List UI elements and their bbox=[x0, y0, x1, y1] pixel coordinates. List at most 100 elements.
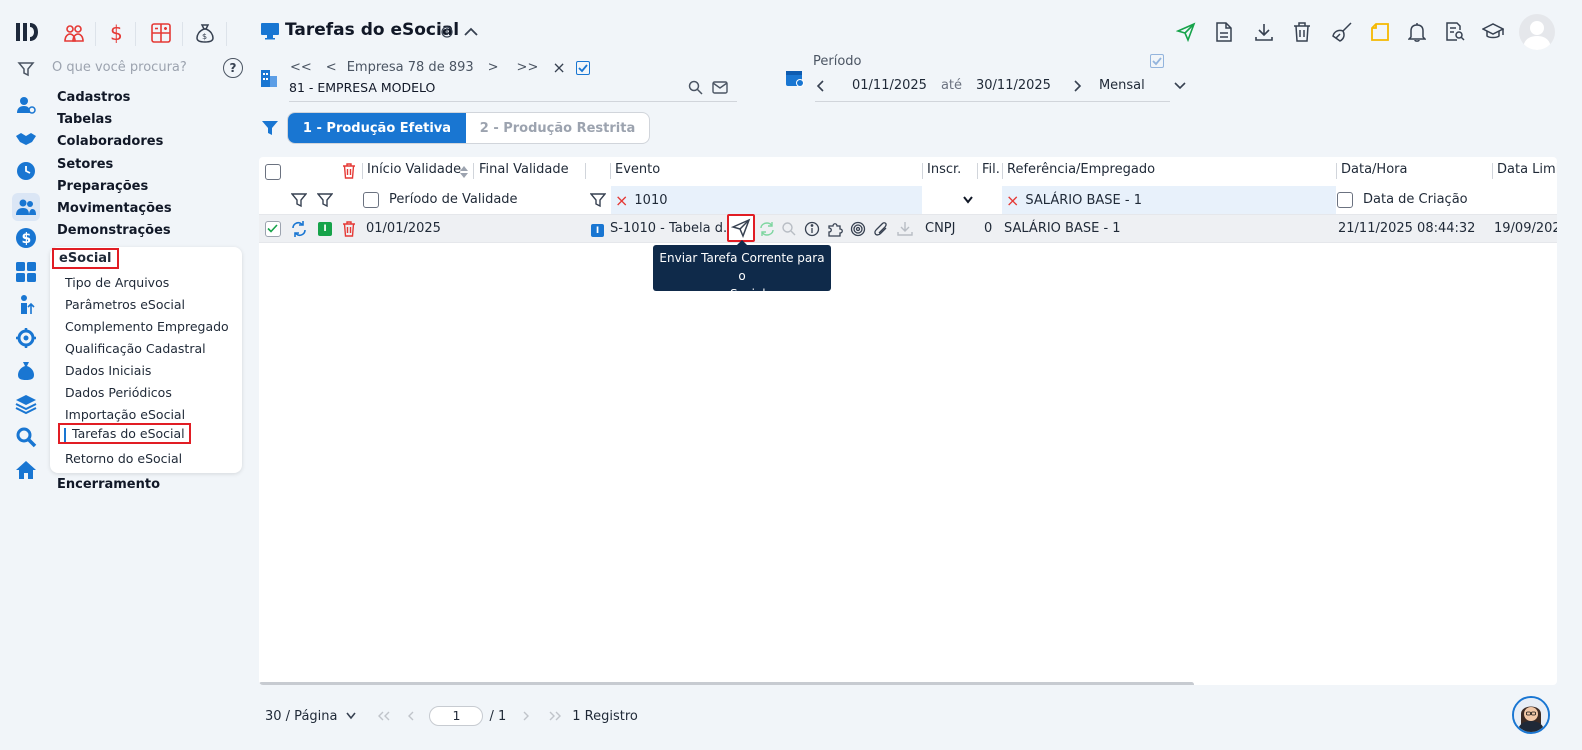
calculator-grid-icon[interactable] bbox=[14, 260, 38, 284]
help-icon[interactable]: ? bbox=[223, 58, 243, 78]
puzzle-icon[interactable] bbox=[827, 221, 843, 237]
collaborators-icon[interactable] bbox=[12, 193, 40, 221]
menu-demonstracoes[interactable]: Demonstrações bbox=[57, 223, 171, 238]
menu-colaboradores[interactable]: Colaboradores bbox=[57, 134, 163, 149]
search-input[interactable]: O que você procura? bbox=[52, 60, 187, 75]
info-icon[interactable] bbox=[804, 221, 820, 237]
period-mode-select[interactable]: Mensal bbox=[1099, 78, 1145, 93]
delete-row-icon[interactable] bbox=[342, 221, 356, 237]
menu-esocial[interactable]: eSocial bbox=[52, 248, 119, 269]
submenu-parametros[interactable]: Parâmetros eSocial bbox=[65, 297, 185, 312]
chevron-down-icon[interactable] bbox=[1173, 81, 1187, 91]
submenu-dados-iniciais[interactable]: Dados Iniciais bbox=[65, 363, 151, 378]
clear-filter-icon[interactable]: × bbox=[1006, 191, 1019, 210]
reference-filter-input[interactable]: SALÁRIO BASE - 1 bbox=[1025, 193, 1142, 208]
bell-icon[interactable] bbox=[1408, 22, 1426, 42]
send-icon[interactable] bbox=[1176, 22, 1196, 42]
row-checkbox[interactable] bbox=[265, 221, 281, 237]
search-icon[interactable] bbox=[688, 80, 703, 95]
col-evento[interactable]: Evento bbox=[615, 162, 660, 177]
submenu-dados-periodicos[interactable]: Dados Periódicos bbox=[65, 385, 172, 400]
fingerprint-icon[interactable] bbox=[850, 221, 866, 237]
trash-icon[interactable] bbox=[1293, 22, 1311, 42]
table-row[interactable]: I 01/01/2025 I S-1010 - Tabela d... CNPJ bbox=[259, 214, 1557, 243]
prev-period-button[interactable] bbox=[815, 79, 835, 93]
menu-movimentacoes[interactable]: Movimentações bbox=[57, 201, 172, 216]
chevron-up-icon[interactable] bbox=[463, 25, 479, 39]
mail-icon[interactable] bbox=[712, 81, 728, 94]
document-search-icon[interactable] bbox=[1445, 22, 1465, 42]
money-bag-icon[interactable]: $ bbox=[195, 22, 215, 44]
calendar-icon[interactable] bbox=[785, 68, 805, 88]
user-settings-icon[interactable] bbox=[14, 93, 38, 117]
clear-company-button[interactable]: × bbox=[552, 58, 565, 77]
person-up-icon[interactable] bbox=[14, 293, 38, 317]
validity-period-filter[interactable]: Período de Validade bbox=[389, 192, 518, 207]
chevron-down-icon[interactable] bbox=[962, 195, 974, 205]
filter-icon[interactable] bbox=[17, 60, 35, 78]
chevron-down-icon[interactable] bbox=[345, 711, 357, 721]
zoom-icon[interactable] bbox=[781, 221, 797, 237]
handshake-icon[interactable] bbox=[14, 126, 38, 150]
last-company-button[interactable]: >> bbox=[517, 60, 539, 75]
menu-setores[interactable]: Setores bbox=[57, 157, 113, 172]
gear-network-icon[interactable] bbox=[14, 326, 38, 350]
period-checkbox[interactable] bbox=[1150, 54, 1164, 68]
info-icon[interactable] bbox=[441, 26, 453, 38]
first-page-button[interactable] bbox=[377, 710, 391, 722]
clear-filter-icon[interactable]: × bbox=[615, 191, 628, 210]
download-row-icon[interactable] bbox=[897, 221, 913, 237]
next-company-button[interactable]: > bbox=[488, 60, 499, 75]
col-inicio-validade[interactable]: Início Validade bbox=[367, 162, 461, 177]
page-size-select[interactable]: 30 / Página bbox=[265, 709, 337, 724]
menu-cadastros[interactable]: Cadastros bbox=[57, 90, 130, 105]
col-data-hora[interactable]: Data/Hora bbox=[1341, 162, 1407, 177]
home-icon[interactable] bbox=[14, 458, 38, 482]
menu-tabelas[interactable]: Tabelas bbox=[57, 112, 112, 127]
col-final-validade[interactable]: Final Validade bbox=[479, 162, 569, 177]
submenu-tipo-arquivos[interactable]: Tipo de Arquivos bbox=[65, 275, 169, 290]
filter-icon[interactable] bbox=[590, 192, 606, 208]
col-inscricao[interactable]: Inscr. bbox=[927, 162, 961, 177]
app-logo[interactable] bbox=[14, 20, 40, 44]
event-filter-input[interactable]: 1010 bbox=[634, 193, 667, 208]
creation-date-checkbox[interactable] bbox=[1337, 192, 1353, 208]
submenu-retorno[interactable]: Retorno do eSocial bbox=[65, 451, 182, 466]
company-name[interactable]: 81 - EMPRESA MODELO bbox=[289, 80, 435, 95]
clock-icon[interactable] bbox=[14, 159, 38, 183]
period-end[interactable]: 30/11/2025 bbox=[976, 78, 1051, 93]
period-start[interactable]: 01/11/2025 bbox=[852, 78, 927, 93]
col-filial[interactable]: Fil. bbox=[982, 162, 1000, 177]
money-sack-icon[interactable] bbox=[14, 359, 38, 383]
graduation-cap-icon[interactable] bbox=[1482, 22, 1504, 42]
select-all-checkbox[interactable] bbox=[265, 164, 281, 180]
submenu-qualificacao[interactable]: Qualificação Cadastral bbox=[65, 341, 206, 356]
broom-icon[interactable] bbox=[1331, 21, 1353, 43]
filter-icon[interactable] bbox=[317, 192, 333, 208]
people-icon[interactable] bbox=[63, 22, 85, 44]
menu-encerramento[interactable]: Encerramento bbox=[57, 477, 160, 492]
col-referencia[interactable]: Referência/Empregado bbox=[1007, 162, 1155, 177]
sync-icon[interactable] bbox=[759, 221, 775, 237]
magnifier-icon[interactable] bbox=[14, 425, 38, 449]
funnel-icon[interactable] bbox=[261, 119, 279, 137]
submenu-complemento[interactable]: Complemento Empregado bbox=[65, 319, 229, 334]
first-company-button[interactable]: << bbox=[290, 60, 312, 75]
tab-producao-restrita[interactable]: 2 - Produção Restrita bbox=[466, 113, 649, 143]
sticky-note-icon[interactable] bbox=[1370, 22, 1390, 42]
attachment-icon[interactable] bbox=[873, 221, 889, 237]
prev-page-button[interactable] bbox=[407, 710, 415, 722]
download-icon[interactable] bbox=[1254, 22, 1274, 42]
horizontal-scrollbar[interactable] bbox=[259, 682, 1194, 685]
tab-producao-efetiva[interactable]: 1 - Produção Efetiva bbox=[288, 113, 466, 143]
submenu-tarefas[interactable]: Tarefas do eSocial bbox=[58, 423, 191, 444]
refresh-icon[interactable] bbox=[290, 220, 308, 238]
user-avatar[interactable] bbox=[1519, 14, 1555, 50]
creation-date-filter[interactable]: Data de Criação bbox=[1363, 192, 1468, 207]
page-number-input[interactable]: 1 bbox=[429, 706, 484, 726]
sort-icon[interactable] bbox=[459, 165, 469, 179]
menu-preparacoes[interactable]: Preparações bbox=[57, 179, 148, 194]
calculator-icon[interactable] bbox=[150, 22, 172, 44]
layers-icon[interactable] bbox=[14, 392, 38, 416]
document-icon[interactable] bbox=[1215, 22, 1233, 42]
